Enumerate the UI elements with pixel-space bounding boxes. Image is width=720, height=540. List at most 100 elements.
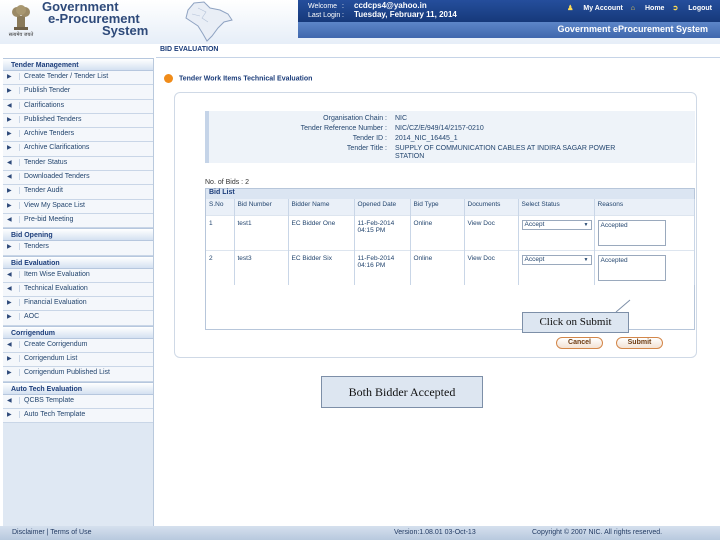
info-row-tender-id: Tender ID : 2014_NIC_16445_1 bbox=[209, 135, 699, 145]
col-header: Bidder Name bbox=[288, 199, 355, 215]
callout-both-accepted: Both Bidder Accepted bbox=[321, 376, 483, 408]
chevron-left-icon: ◀ bbox=[7, 216, 12, 223]
reason-textarea[interactable]: Accepted bbox=[597, 254, 666, 281]
reason-textarea[interactable]: Accepted bbox=[597, 219, 666, 246]
tender-info-box: Organisation Chain : NIC Tender Referenc… bbox=[205, 111, 695, 163]
sidebar-item-auto-tech-template[interactable]: ▶ Auto Tech Template bbox=[3, 408, 153, 424]
col-header: Bid Number bbox=[234, 199, 289, 215]
sidebar-item-prebid-meeting[interactable]: ◀ Pre-bid Meeting bbox=[3, 213, 153, 229]
view-doc-link[interactable]: View Doc bbox=[464, 249, 519, 285]
sidebar-item-financial-evaluation[interactable]: ▶ Financial Evaluation bbox=[3, 297, 153, 312]
cell-bid-number: test1 bbox=[234, 214, 289, 250]
bid-list-title: Bid List bbox=[206, 189, 694, 199]
col-header: Documents bbox=[464, 199, 519, 215]
info-row-title: Tender Title : SUPPLY OF COMMUNICATION C… bbox=[209, 145, 699, 160]
col-header: Opened Date bbox=[354, 199, 411, 215]
info-key: Organisation Chain : bbox=[323, 115, 387, 122]
sidebar-item-qcbs-template[interactable]: ◀ QCBS Template bbox=[3, 394, 153, 409]
info-key: Tender ID : bbox=[352, 135, 387, 142]
status-select[interactable]: Accept ▼ bbox=[521, 219, 592, 230]
last-login-label: Last Login bbox=[308, 12, 341, 19]
sidebar-item-create-corrigendum[interactable]: ◀ Create Corrigendum bbox=[3, 338, 153, 354]
main-content: BID EVALUATION Tender Work Items Technic… bbox=[156, 44, 720, 526]
chevron-right-icon: ▶ bbox=[7, 411, 12, 418]
chevron-right-icon: ▶ bbox=[7, 300, 12, 307]
chevron-right-icon: ▶ bbox=[7, 244, 12, 251]
sidebar-item-archive-tenders[interactable]: ▶ Archive Tenders bbox=[3, 128, 153, 143]
chevron-right-icon: ▶ bbox=[7, 370, 12, 377]
sidebar-item-tender-audit[interactable]: ▶ Tender Audit bbox=[3, 185, 153, 200]
chevron-right-icon: ▶ bbox=[7, 314, 12, 321]
table-header-row: S.No Bid Number Bidder Name Opened Date … bbox=[206, 199, 695, 215]
home-link[interactable]: Home bbox=[645, 5, 664, 12]
col-header: Select Status bbox=[518, 199, 595, 215]
home-icon: ⌂ bbox=[630, 5, 635, 12]
chevron-right-icon: ▶ bbox=[7, 116, 12, 123]
cell-sno: 1 bbox=[206, 214, 235, 250]
chevron-right-icon: ▶ bbox=[7, 188, 12, 195]
logout-icon: ➲ bbox=[672, 5, 679, 12]
sidebar-item-aoc[interactable]: ▶ AOC bbox=[3, 311, 153, 326]
india-map-icon bbox=[185, 1, 233, 42]
footer-links[interactable]: Disclaimer | Terms of Use bbox=[12, 529, 91, 536]
cell-reason: Accepted bbox=[594, 249, 695, 285]
brand-line-3: System bbox=[102, 23, 149, 38]
sidebar-item-archive-clarifications[interactable]: ▶ Archive Clarifications bbox=[3, 142, 153, 157]
info-row-organisation: Organisation Chain : NIC bbox=[209, 115, 699, 125]
sidebar-item-view-my-space[interactable]: ▶ View My Space List bbox=[3, 199, 153, 214]
submit-button[interactable]: Submit bbox=[616, 337, 663, 349]
info-key: Tender Title : bbox=[346, 145, 387, 152]
sidebar-item-published-tenders[interactable]: ▶ Published Tenders bbox=[3, 113, 153, 129]
view-doc-link[interactable]: View Doc bbox=[464, 214, 519, 250]
cancel-button[interactable]: Cancel bbox=[556, 337, 603, 349]
bid-list: Bid List S.No Bid Number Bidder Name Ope… bbox=[205, 188, 695, 330]
bullet-icon bbox=[164, 74, 173, 83]
info-row-reference: Tender Reference Number : NIC/CZ/E/949/1… bbox=[209, 125, 699, 135]
chevron-right-icon: ▶ bbox=[7, 74, 12, 80]
cell-status: Accept ▼ bbox=[518, 214, 595, 250]
section-heading: Tender Work Items Technical Evaluation bbox=[164, 74, 312, 83]
chevron-left-icon: ◀ bbox=[7, 159, 12, 166]
sidebar-item-technical-evaluation[interactable]: ◀ Technical Evaluation bbox=[3, 282, 153, 298]
sidebar-item-item-wise-evaluation[interactable]: ◀ Item Wise Evaluation bbox=[3, 268, 153, 283]
system-name: Government eProcurement System bbox=[557, 24, 708, 34]
chevron-right-icon: ▶ bbox=[7, 202, 12, 209]
sidebar-item-clarifications[interactable]: ◀ Clarifications bbox=[3, 99, 153, 114]
info-value: SUPPLY OF COMMUNICATION CABLES AT INDIRA… bbox=[395, 145, 616, 160]
sidebar-item-corrigendum-published[interactable]: ▶ Corrigendum Published List bbox=[3, 367, 153, 382]
system-name-bar: Government eProcurement System bbox=[298, 22, 720, 38]
info-value: 2014_NIC_16445_1 bbox=[395, 135, 458, 142]
cell-status: Accept ▼ bbox=[518, 249, 595, 285]
sidebar-item-downloaded-tenders[interactable]: ◀ Downloaded Tenders bbox=[3, 171, 153, 186]
chevron-right-icon: ▶ bbox=[7, 356, 12, 363]
chevron-left-icon: ◀ bbox=[7, 271, 12, 278]
chevron-right-icon: ▶ bbox=[7, 88, 12, 95]
status-select[interactable]: Accept ▼ bbox=[521, 254, 592, 265]
chevron-left-icon: ◀ bbox=[7, 285, 12, 292]
dropdown-arrow-icon: ▼ bbox=[583, 256, 589, 263]
cell-opened-date: 11-Feb-2014 04:15 PM bbox=[354, 214, 411, 250]
callout-click-submit: Click on Submit bbox=[522, 312, 629, 333]
cell-opened-date: 11-Feb-2014 04:16 PM bbox=[354, 249, 411, 285]
my-account-link[interactable]: My Account bbox=[583, 5, 622, 12]
emblem-logo: सत्यमेव जयते bbox=[6, 2, 36, 42]
logout-link[interactable]: Logout bbox=[688, 5, 712, 12]
emblem-caption: सत्यमेव जयते bbox=[8, 32, 34, 38]
sidebar-section-tender-management: Tender Management bbox=[3, 58, 153, 71]
sidebar-item-create-tender[interactable]: ▶ Create Tender / Tender List bbox=[3, 71, 153, 86]
section-heading-text: Tender Work Items Technical Evaluation bbox=[179, 75, 313, 83]
info-value: NIC/CZ/E/949/14/2157-0210 bbox=[395, 125, 484, 132]
table-row: 2 test3 EC Bidder Six 11-Feb-2014 04:16 … bbox=[206, 249, 695, 285]
chevron-right-icon: ▶ bbox=[7, 145, 12, 152]
cell-bid-number: test3 bbox=[234, 249, 289, 285]
sidebar-item-corrigendum-list[interactable]: ▶ Corrigendum List bbox=[3, 353, 153, 368]
brand-title: Government e-Procurement System bbox=[42, 0, 149, 38]
cell-bidder-name: EC Bidder One bbox=[288, 214, 355, 250]
chevron-right-icon: ▶ bbox=[7, 131, 12, 138]
sidebar-item-tender-status[interactable]: ◀ Tender Status bbox=[3, 156, 153, 172]
sidebar-item-tenders[interactable]: ▶ Tenders bbox=[3, 241, 153, 256]
col-header: Reasons bbox=[594, 199, 695, 215]
sidebar-item-publish-tender[interactable]: ▶ Publish Tender bbox=[3, 85, 153, 100]
sidebar-section-corrigendum: Corrigendum bbox=[3, 325, 153, 339]
chevron-left-icon: ◀ bbox=[7, 174, 12, 181]
